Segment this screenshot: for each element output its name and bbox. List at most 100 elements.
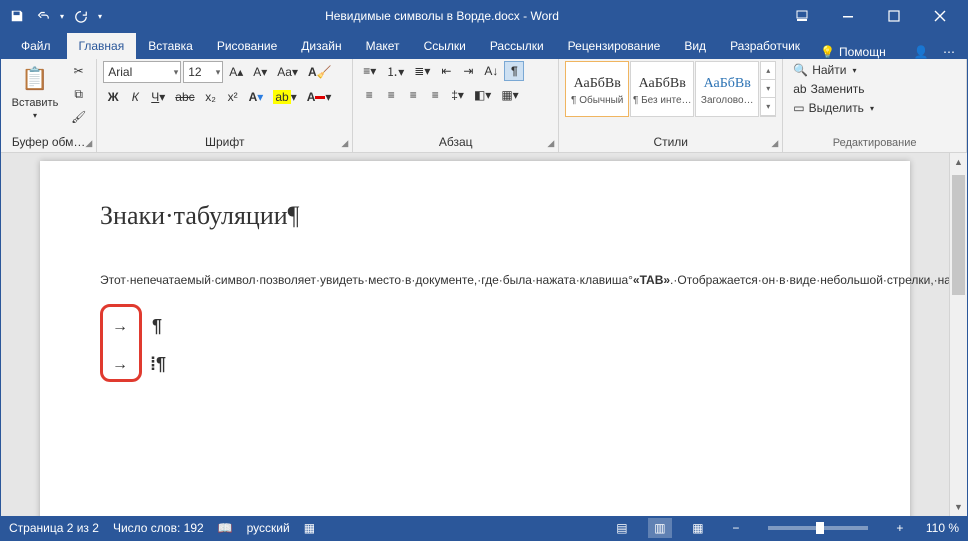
print-layout-button[interactable]: ▥ (648, 518, 672, 538)
zoom-in-button[interactable]: + (888, 518, 912, 538)
font-name-select[interactable]: Arial (103, 61, 181, 83)
clear-formatting-button[interactable]: A🧹 (304, 62, 336, 82)
align-left-button[interactable]: ≡ (359, 85, 379, 105)
group-label: Буфер обм…◢ (7, 133, 90, 152)
web-layout-button[interactable]: ▦ (686, 518, 710, 538)
styles-scroll[interactable]: ▴▾▾ (760, 61, 776, 117)
cursor-icon: ▭ (793, 101, 804, 115)
numbering-button[interactable]: ⒈▾ (382, 61, 408, 81)
dialog-launcher-icon[interactable]: ◢ (341, 138, 348, 149)
font-color-button[interactable]: A▾ (303, 87, 336, 107)
highlight-button[interactable]: ab▾ (269, 87, 300, 107)
maximize-button[interactable] (871, 1, 917, 31)
tab-mailings[interactable]: Рассылки (478, 33, 556, 59)
pilcrow-icon: ¶ (152, 316, 162, 337)
superscript-button[interactable]: x² (223, 87, 243, 107)
macro-icon[interactable]: ▦ (304, 521, 315, 535)
quick-access-toolbar: ▾ ▾ (5, 4, 105, 28)
format-painter-button[interactable]: 🖌 (67, 107, 90, 127)
heading: Знаки·табуляции¶ (100, 201, 850, 231)
search-icon: 🔍 (793, 63, 808, 77)
redo-button[interactable] (69, 4, 93, 28)
line-spacing-button[interactable]: ‡▾ (447, 85, 468, 105)
underline-button[interactable]: Ч▾ (147, 87, 169, 107)
shrink-font-button[interactable]: A▾ (249, 62, 271, 82)
cursor-pilcrow: ⁞¶ (150, 354, 166, 375)
page[interactable]: Знаки·табуляции¶ Этот·непечатаемый·симво… (40, 161, 910, 516)
read-mode-button[interactable]: ▤ (610, 518, 634, 538)
vertical-scrollbar[interactable]: ▲ ▼ (949, 153, 967, 516)
italic-button[interactable]: К (125, 87, 145, 107)
replace-icon: ab (793, 82, 806, 96)
zoom-slider[interactable] (768, 526, 868, 530)
document-area: Знаки·табуляции¶ Этот·непечатаемый·симво… (1, 153, 967, 516)
group-paragraph: ≡▾ ⒈▾ ≣▾ ⇤ ⇥ A↓ ¶ ≡ ≡ ≡ ≡ ‡▾ ◧▾ ▦▾ (353, 59, 559, 152)
text-effects-button[interactable]: A▾ (245, 87, 268, 107)
tell-me[interactable]: 💡Помощн (820, 45, 886, 59)
save-button[interactable] (5, 4, 29, 28)
increase-indent-button[interactable]: ⇥ (458, 61, 478, 81)
zoom-out-button[interactable]: − (724, 518, 748, 538)
tab-developer[interactable]: Разработчик (718, 33, 812, 59)
undo-button[interactable] (31, 4, 55, 28)
scroll-up-icon[interactable]: ▲ (950, 153, 967, 171)
tab-references[interactable]: Ссылки (412, 33, 478, 59)
paste-button[interactable]: 📋 Вставить ▾ (7, 61, 63, 122)
scroll-thumb[interactable] (952, 175, 965, 295)
align-right-button[interactable]: ≡ (403, 85, 423, 105)
shading-button[interactable]: ◧▾ (470, 85, 495, 105)
tab-file[interactable]: Файл (5, 33, 67, 59)
tab-draw[interactable]: Рисование (205, 33, 289, 59)
find-button[interactable]: 🔍Найти▾ (789, 61, 860, 79)
font-size-select[interactable]: 12 (183, 61, 223, 83)
group-font: Arial 12 A▴ A▾ Aa▾ A🧹 Ж К Ч▾ abc x₂ x² A… (97, 59, 353, 152)
tab-view[interactable]: Вид (672, 33, 718, 59)
word-count[interactable]: Число слов: 192 (113, 521, 204, 535)
dialog-launcher-icon[interactable]: ◢ (771, 138, 778, 149)
dialog-launcher-icon[interactable]: ◢ (85, 138, 92, 149)
change-case-button[interactable]: Aa▾ (273, 62, 302, 82)
dialog-launcher-icon[interactable]: ◢ (547, 138, 554, 149)
tab-review[interactable]: Рецензирование (556, 33, 673, 59)
multilevel-button[interactable]: ≣▾ (410, 61, 434, 81)
group-editing: 🔍Найти▾ abЗаменить ▭Выделить▾ Редактиров… (783, 59, 967, 152)
grow-font-button[interactable]: A▴ (225, 62, 247, 82)
show-marks-button[interactable]: ¶ (504, 61, 524, 81)
page-indicator[interactable]: Страница 2 из 2 (9, 521, 99, 535)
copy-button[interactable]: ⧉ (67, 84, 90, 104)
style-normal[interactable]: АаБбВв¶ Обычный (565, 61, 629, 117)
sort-button[interactable]: A↓ (480, 61, 502, 81)
zoom-level[interactable]: 110 % (926, 521, 959, 535)
replace-button[interactable]: abЗаменить (789, 80, 868, 98)
group-clipboard: 📋 Вставить ▾ ✂ ⧉ 🖌 Буфер обм…◢ (1, 59, 97, 152)
close-button[interactable] (917, 1, 963, 31)
scroll-down-icon[interactable]: ▼ (950, 498, 967, 516)
ribbon-options-button[interactable] (779, 1, 825, 31)
style-nospacing[interactable]: АаБбВв¶ Без инте… (630, 61, 694, 117)
bold-button[interactable]: Ж (103, 87, 123, 107)
spell-check-icon[interactable]: 📖 (218, 521, 233, 535)
qat-customize[interactable]: ▾ (95, 4, 105, 28)
tab-layout[interactable]: Макет (354, 33, 412, 59)
cut-button[interactable]: ✂ (67, 61, 90, 81)
decrease-indent-button[interactable]: ⇤ (436, 61, 456, 81)
justify-button[interactable]: ≡ (425, 85, 445, 105)
minimize-button[interactable] (825, 1, 871, 31)
tab-home[interactable]: Главная (67, 33, 137, 59)
borders-button[interactable]: ▦▾ (497, 85, 522, 105)
body-text: Этот·непечатаемый·символ·позволяет·увиде… (100, 247, 850, 292)
bullets-button[interactable]: ≡▾ (359, 61, 380, 81)
strike-button[interactable]: abc (171, 87, 198, 107)
tab-design[interactable]: Дизайн (289, 33, 353, 59)
align-center-button[interactable]: ≡ (381, 85, 401, 105)
subscript-button[interactable]: x₂ (201, 87, 221, 107)
style-heading1[interactable]: АаБбВвЗаголово… (695, 61, 759, 117)
undo-dropdown[interactable]: ▾ (57, 4, 67, 28)
annotation: → → ¶ ⁞¶ (100, 304, 170, 382)
select-button[interactable]: ▭Выделить▾ (789, 99, 878, 117)
language-indicator[interactable]: русский (247, 521, 290, 535)
tab-insert[interactable]: Вставка (136, 33, 205, 59)
tab-mark-icon: → (112, 356, 128, 374)
account-icon[interactable]: 👤 (911, 45, 931, 59)
share-button[interactable]: ⋯ (939, 45, 959, 59)
